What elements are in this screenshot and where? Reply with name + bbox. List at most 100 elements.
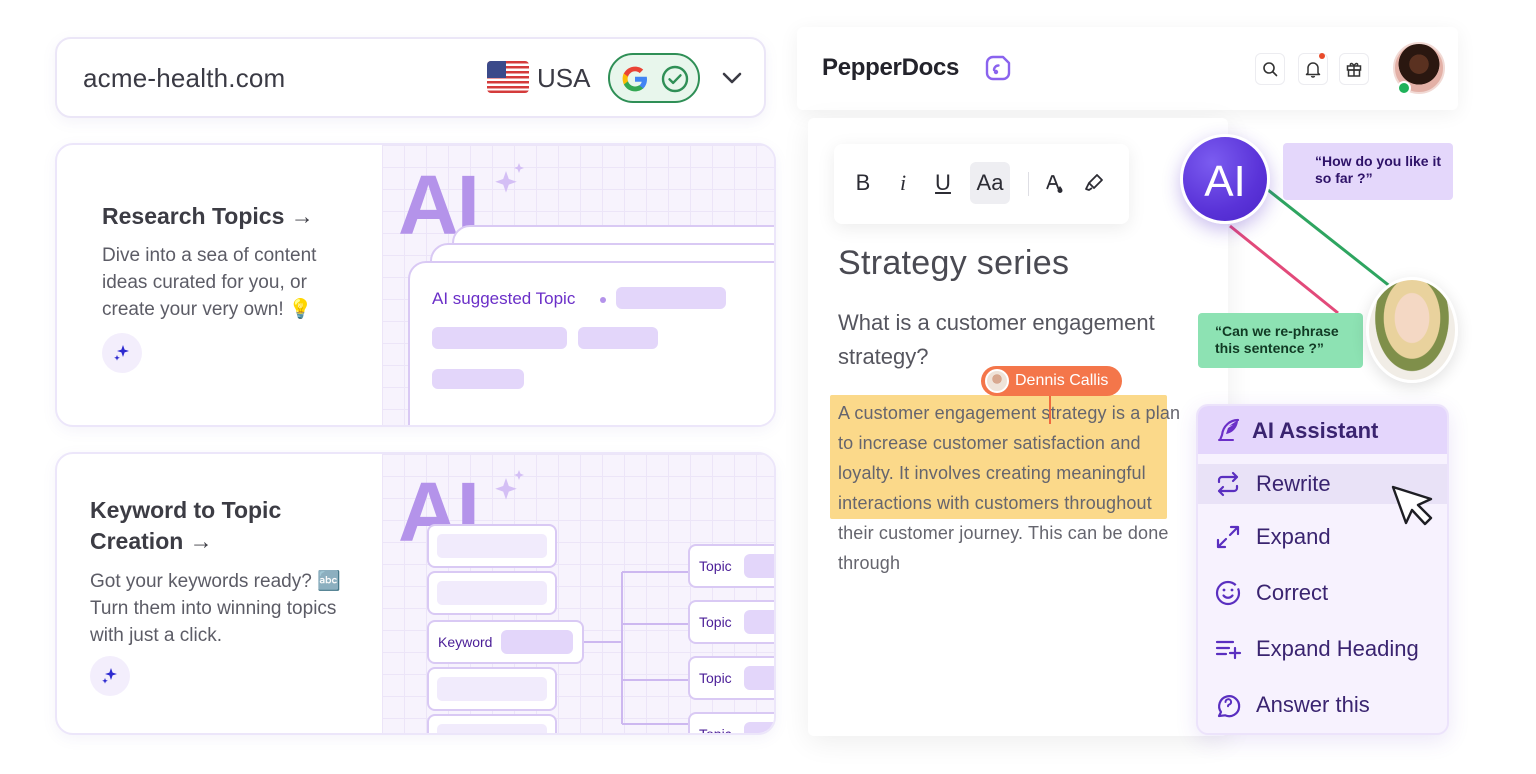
topic-label: Topic — [699, 558, 732, 574]
card-title-line1: Keyword to Topic — [90, 497, 282, 523]
topic-node: Topic — [688, 712, 774, 735]
keyword-placeholder-box — [427, 667, 557, 711]
format-toolbar: B i U Aa — [834, 144, 1129, 224]
domain-text: acme-health.com — [83, 63, 286, 93]
menu-item-label: Expand — [1256, 524, 1331, 549]
online-status-dot — [1397, 81, 1411, 95]
menu-item-correct[interactable]: Correct — [1198, 573, 1447, 613]
check-circle-icon — [661, 65, 689, 93]
keyword-to-topic-card[interactable]: Keyword to Topic Creation → Got your key… — [55, 452, 776, 735]
card-description: Dive into a sea of content ideas curated… — [102, 245, 317, 320]
placeholder-bar — [744, 610, 774, 634]
document-heading[interactable]: What is a customer engagement strategy? — [838, 306, 1188, 374]
card-title[interactable]: Keyword to Topic Creation → — [90, 495, 281, 557]
keyword-placeholder-box — [427, 714, 557, 733]
notification-dot — [1319, 53, 1325, 59]
menu-item-label: Rewrite — [1256, 471, 1331, 496]
collaborator-avatar — [985, 369, 1009, 393]
highlight-button[interactable] — [1074, 162, 1114, 204]
topic-label: Topic — [699, 726, 732, 735]
menu-item-label: Answer this — [1256, 692, 1370, 717]
keyword-placeholder-box — [427, 524, 557, 568]
separator-dot — [600, 297, 606, 303]
placeholder-bar — [744, 666, 774, 690]
expand-heading-icon — [1215, 640, 1242, 660]
document-body[interactable]: A customer engagement strategy is a plan… — [838, 398, 1183, 578]
expand-icon — [1216, 525, 1240, 549]
bold-button[interactable]: B — [843, 162, 883, 204]
menu-item-answer-this[interactable]: Answer this — [1198, 685, 1447, 725]
placeholder-bar — [578, 327, 658, 349]
keyword-node: Keyword — [427, 620, 584, 664]
collaborator-tag: Dennis Callis — [981, 366, 1123, 396]
google-icon — [622, 66, 647, 92]
placeholder-bar — [501, 630, 573, 654]
placeholder-bar — [432, 369, 524, 389]
text-color-button[interactable] — [1034, 162, 1074, 204]
document-title[interactable]: Strategy series — [838, 244, 1069, 283]
placeholder-bar — [432, 327, 567, 349]
rewrite-icon — [1217, 471, 1239, 497]
research-topics-card[interactable]: Research Topics → Dive into a sea of con… — [55, 143, 776, 427]
ai-suggested-topic-label: AI suggested Topic — [432, 289, 576, 308]
keyword-label: Keyword — [438, 634, 493, 650]
feather-pen-icon — [1218, 418, 1240, 442]
sparkle-icon — [114, 345, 129, 361]
menu-item-expand-heading[interactable]: Expand Heading — [1198, 629, 1447, 669]
font-size-button[interactable]: Aa — [970, 162, 1010, 204]
card-description: Got your keywords ready? 🔤 Turn them int… — [90, 571, 341, 646]
text-color-icon — [1046, 175, 1063, 193]
keyword-placeholder-box — [427, 571, 557, 615]
underline-button[interactable]: U — [923, 162, 963, 204]
menu-item-label: Correct — [1256, 580, 1329, 605]
collaborator-cursor — [1049, 394, 1051, 424]
highlighter-icon — [1085, 174, 1103, 191]
collaborator-name: Dennis Callis — [1015, 372, 1109, 389]
gifts-button[interactable] — [1339, 53, 1369, 85]
card-title-line2: Creation → — [90, 528, 213, 554]
ai-assistant-menu: AI Assistant Rewrite Expand Correct Expa… — [1196, 404, 1449, 735]
sparkle-decor-icon — [495, 163, 524, 193]
notifications-button[interactable] — [1298, 53, 1328, 85]
domain-bar[interactable]: acme-health.com USA — [55, 37, 766, 118]
sparkle-button[interactable] — [102, 333, 142, 373]
placeholder-bar — [744, 722, 774, 733]
research-art: AI AI suggested Topic — [382, 145, 774, 425]
topic-node: Topic — [688, 656, 774, 700]
comment-bubble[interactable]: “How do you like it so far ?” — [1283, 143, 1453, 200]
us-flag-icon — [487, 61, 529, 93]
topic-node: Topic — [688, 544, 774, 588]
topic-label: Topic — [699, 670, 732, 686]
keyword-tree-art: AI Keyword Topic Topic Topic Topic — [382, 454, 774, 733]
ai-assistant-title: AI Assistant — [1252, 418, 1379, 443]
placeholder-bar — [616, 287, 726, 309]
toolbar-divider — [1028, 172, 1029, 196]
ai-assistant-header: AI Assistant — [1198, 406, 1447, 454]
topic-node: Topic — [688, 600, 774, 644]
sparkle-icon — [102, 668, 117, 684]
sparkle-button[interactable] — [90, 656, 130, 696]
gift-icon — [1346, 62, 1362, 77]
document-editor[interactable]: B i U Aa Strategy series What is a custo… — [808, 118, 1228, 736]
chevron-down-icon[interactable] — [721, 67, 743, 89]
ai-suggested-topic-panel: AI suggested Topic — [408, 261, 774, 425]
placeholder-bar — [744, 554, 774, 578]
pepperdocs-logo-icon — [985, 55, 1011, 81]
app-header: PepperDocs — [797, 27, 1458, 110]
comment-bubble[interactable]: “Can we re-phrase this sentence ?” — [1198, 313, 1363, 368]
collaborator-photo-avatar — [1366, 277, 1458, 383]
answer-icon — [1217, 695, 1241, 718]
country-label: USA — [537, 63, 591, 93]
menu-item-label: Expand Heading — [1256, 636, 1419, 661]
topic-label: Topic — [699, 614, 732, 630]
italic-button[interactable]: i — [883, 162, 923, 204]
correct-icon — [1215, 580, 1241, 606]
card-title[interactable]: Research Topics → — [102, 201, 314, 232]
app-logo-text[interactable]: PepperDocs — [822, 54, 959, 82]
bell-icon — [1305, 62, 1321, 78]
google-status-pill[interactable] — [608, 53, 700, 103]
ai-avatar-badge: AI — [1180, 134, 1270, 224]
search-icon — [1263, 62, 1278, 77]
mouse-pointer-icon — [1391, 485, 1433, 526]
search-button[interactable] — [1255, 53, 1285, 85]
